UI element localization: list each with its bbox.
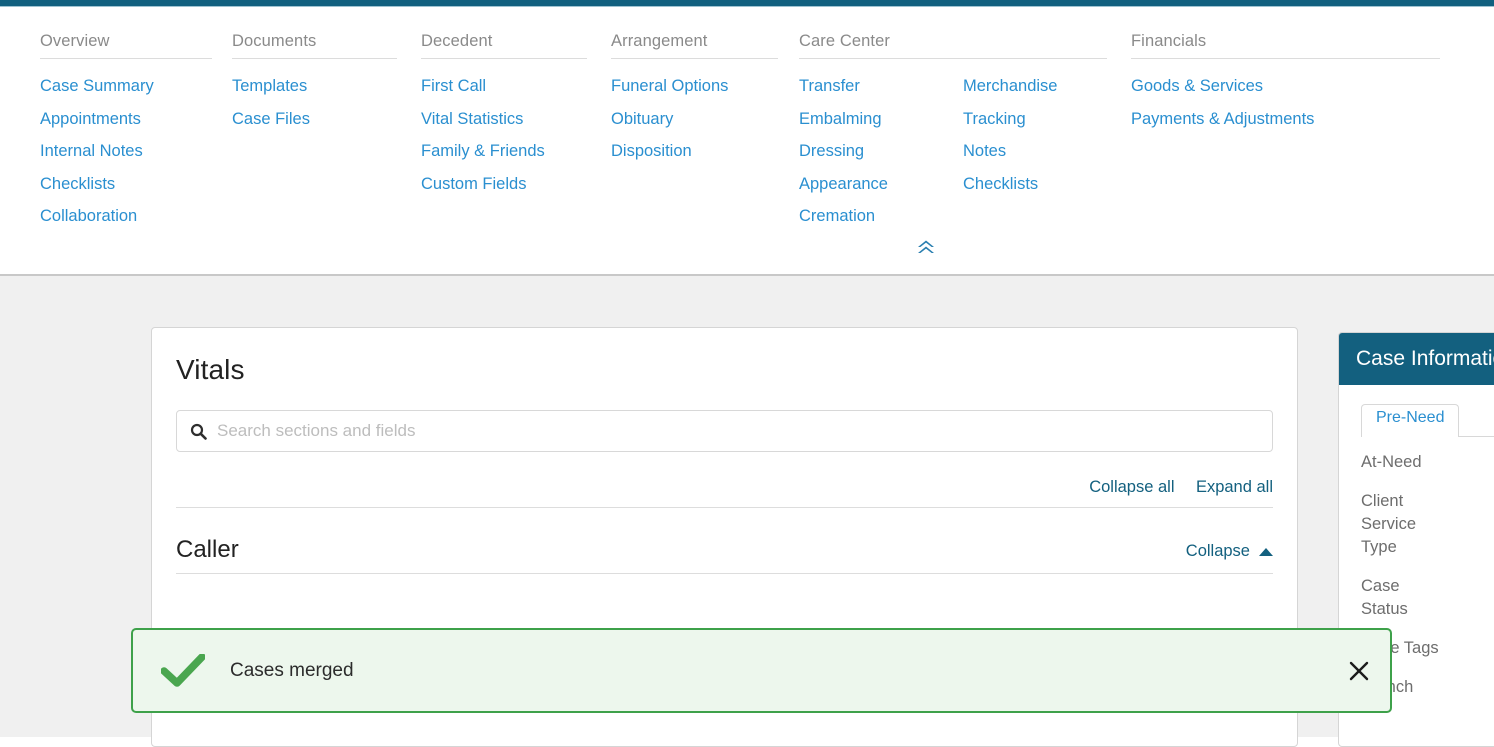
nav-column-overview: Overview Case Summary Appointments Inter… [40, 32, 212, 233]
field-label-client-service-type: Client Service Type [1361, 492, 1417, 556]
nav-column-title: Care Center [799, 32, 1107, 59]
nav-link-transfer[interactable]: Transfer [799, 70, 963, 103]
caret-up-icon [1259, 547, 1273, 556]
section-title: Caller [176, 536, 239, 563]
double-chevron-up-icon[interactable] [912, 235, 940, 259]
nav-column-title: Decedent [421, 32, 587, 59]
case-information-title: Case Information [1339, 333, 1494, 385]
page-title: Vitals [176, 354, 245, 385]
expand-collapse-row: Collapse all Expand all [176, 452, 1273, 508]
field-label-case-status: Case Status [1361, 577, 1408, 618]
nav-link-embalming[interactable]: Embalming [799, 103, 963, 136]
nav-column-decedent: Decedent First Call Vital Statistics Fam… [421, 32, 587, 200]
nav-column-title: Financials [1131, 32, 1440, 59]
nav-column-financials: Financials Goods & Services Payments & A… [1131, 32, 1440, 135]
collapse-all-link[interactable]: Collapse all [1089, 478, 1174, 496]
nav-link-group: Merchandise Tracking Notes Checklists [963, 70, 1057, 233]
nav-link-goods-and-services[interactable]: Goods & Services [1131, 70, 1314, 103]
search-icon [190, 423, 207, 440]
nav-link-merchandise[interactable]: Merchandise [963, 70, 1057, 103]
nav-link-templates[interactable]: Templates [232, 70, 310, 103]
nav-column-title: Arrangement [611, 32, 778, 59]
search-field-wrapper[interactable] [176, 410, 1273, 452]
nav-link-case-files[interactable]: Case Files [232, 103, 310, 136]
nav-link-care-checklists[interactable]: Checklists [963, 168, 1057, 201]
toast-message: Cases merged [230, 659, 354, 681]
case-type-tabs: Pre-Need [1361, 385, 1494, 437]
nav-link-first-call[interactable]: First Call [421, 70, 545, 103]
nav-link-group: First Call Vital Statistics Family & Fri… [421, 70, 545, 200]
close-icon[interactable] [1345, 657, 1373, 685]
section-collapse-toggle[interactable]: Collapse [1186, 542, 1273, 564]
check-icon [161, 653, 205, 688]
nav-column-title: Overview [40, 32, 212, 59]
nav-link-disposition[interactable]: Disposition [611, 135, 728, 168]
nav-link-obituary[interactable]: Obituary [611, 103, 728, 136]
nav-link-notes[interactable]: Notes [963, 135, 1057, 168]
nav-link-dressing[interactable]: Dressing [799, 135, 963, 168]
mega-nav-panel: Overview Case Summary Appointments Inter… [0, 7, 1494, 276]
nav-link-appearance[interactable]: Appearance [799, 168, 963, 201]
nav-column-arrangement: Arrangement Funeral Options Obituary Dis… [611, 32, 778, 168]
nav-link-group: Goods & Services Payments & Adjustments [1131, 70, 1314, 135]
nav-link-collaboration[interactable]: Collaboration [40, 200, 154, 233]
search-input[interactable] [217, 421, 1260, 441]
nav-column-care-center: Care Center Transfer Embalming Dressing … [799, 32, 1107, 233]
nav-link-family-and-friends[interactable]: Family & Friends [421, 135, 545, 168]
tab-pre-need[interactable]: Pre-Need [1361, 404, 1460, 437]
top-accent-bar [0, 0, 1494, 7]
nav-column-title: Documents [232, 32, 397, 59]
nav-link-internal-notes[interactable]: Internal Notes [40, 135, 154, 168]
nav-link-payments-and-adjustments[interactable]: Payments & Adjustments [1131, 103, 1314, 136]
nav-link-group: Templates Case Files [232, 70, 310, 135]
nav-column-documents: Documents Templates Case Files [232, 32, 397, 135]
nav-link-custom-fields[interactable]: Custom Fields [421, 168, 545, 201]
nav-link-case-summary[interactable]: Case Summary [40, 70, 154, 103]
expand-all-link[interactable]: Expand all [1196, 478, 1273, 496]
caller-section-header: Caller Collapse [176, 508, 1273, 574]
nav-link-group: Case Summary Appointments Internal Notes… [40, 70, 154, 233]
nav-link-vital-statistics[interactable]: Vital Statistics [421, 103, 545, 136]
field-label-at-need: At-Need [1361, 453, 1422, 471]
page-body: Vitals Collapse all Expand all Caller Co… [0, 276, 1494, 747]
section-collapse-label: Collapse [1185, 542, 1250, 560]
success-toast: Cases merged [131, 628, 1392, 713]
nav-link-appointments[interactable]: Appointments [40, 103, 154, 136]
nav-link-funeral-options[interactable]: Funeral Options [611, 70, 728, 103]
nav-link-cremation[interactable]: Cremation [799, 200, 963, 233]
nav-link-group: Transfer Embalming Dressing Appearance C… [799, 70, 963, 233]
nav-link-group: Funeral Options Obituary Disposition [611, 70, 728, 168]
nav-link-tracking[interactable]: Tracking [963, 103, 1057, 136]
nav-link-checklists[interactable]: Checklists [40, 168, 154, 201]
